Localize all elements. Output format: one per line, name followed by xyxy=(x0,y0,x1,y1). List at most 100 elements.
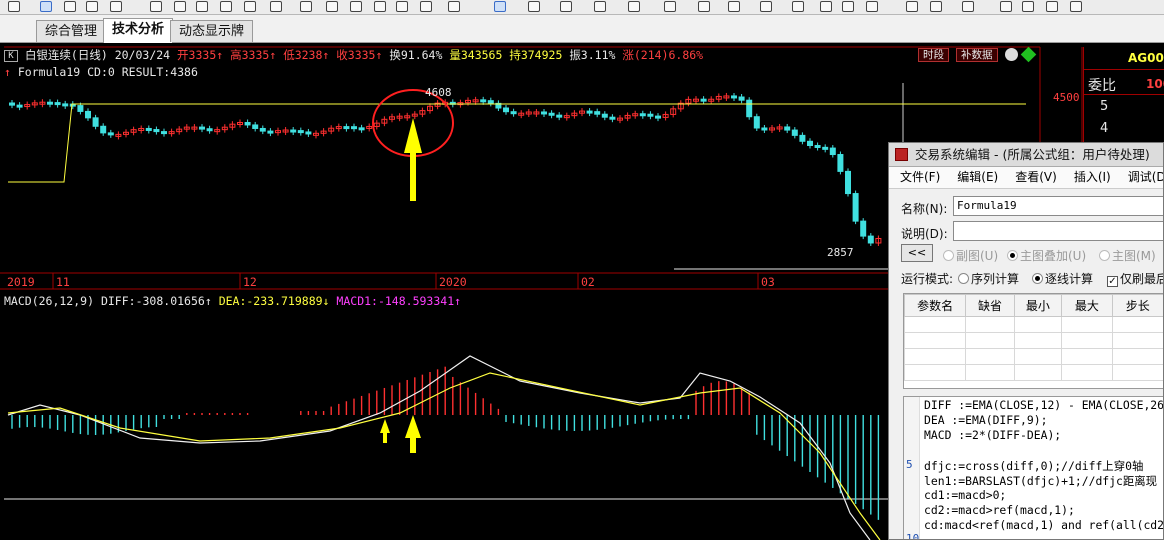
candle-body xyxy=(829,147,836,156)
delete-icon[interactable] xyxy=(866,1,878,12)
attach-main-chart[interactable]: 主图(M) xyxy=(1099,247,1156,264)
annotation-arrow-main xyxy=(404,118,422,201)
candlestick-icon[interactable] xyxy=(150,1,162,12)
candle-body xyxy=(161,131,167,135)
home-icon[interactable] xyxy=(8,1,20,12)
close-position-icon[interactable] xyxy=(1046,1,1058,12)
duplicate-icon[interactable] xyxy=(842,1,854,12)
description-input[interactable] xyxy=(953,221,1163,241)
name-label: 名称(N): xyxy=(901,202,948,216)
contract-code: AG00 xyxy=(1128,51,1164,65)
fibonacci-icon[interactable] xyxy=(594,1,606,12)
macd-label: MACD(26,12,9) xyxy=(4,294,95,308)
menu-debug[interactable]: 调试(D) xyxy=(1117,167,1163,188)
candle-body xyxy=(297,130,304,134)
tab-dynamic-board[interactable]: 动态显示牌 xyxy=(170,20,254,42)
circle-tool-icon[interactable] xyxy=(760,1,772,12)
square-tool-icon[interactable] xyxy=(728,1,740,12)
menu-insert[interactable]: 插入(I) xyxy=(1063,167,1117,188)
candle-body xyxy=(822,146,829,150)
name-input[interactable]: Formula19 xyxy=(953,196,1163,216)
gear-icon[interactable] xyxy=(448,1,460,12)
attach-subchart[interactable]: 副图(U) xyxy=(943,247,998,264)
candle-body xyxy=(609,116,616,120)
diamond-icon[interactable] xyxy=(174,1,186,12)
run-mode-sequence[interactable]: 序列计算 xyxy=(958,270,1019,287)
pen-icon[interactable] xyxy=(40,1,52,12)
arrow-tool-icon[interactable] xyxy=(664,1,676,12)
font-color-icon[interactable] xyxy=(930,1,942,12)
date-2019: 2019 xyxy=(7,275,35,289)
run-mode-label: 运行模式: xyxy=(901,272,954,286)
date-2020: 2020 xyxy=(439,275,467,289)
triangle-tool-icon[interactable] xyxy=(792,1,804,12)
high-price: 高3335 xyxy=(230,48,270,62)
menu-edit[interactable]: 编辑(E) xyxy=(946,167,1004,188)
candle-body xyxy=(107,132,114,136)
copy-icon[interactable] xyxy=(326,1,338,12)
print-icon[interactable] xyxy=(86,1,98,12)
parameter-table[interactable]: 参数名 缺省 最小 最大 步长 xyxy=(903,293,1163,389)
supplement-data-button[interactable]: 补数据 xyxy=(956,48,998,62)
menu-file[interactable]: 文件(F) xyxy=(889,167,946,188)
candle-body xyxy=(799,134,806,142)
bar-chart-icon[interactable] xyxy=(220,1,232,12)
tab-menu-icon[interactable] xyxy=(6,21,24,39)
turnover-rate: 换91.64% xyxy=(389,48,443,62)
tab-technical-analysis[interactable]: 技术分析 xyxy=(103,18,174,43)
low-price: 低3238 xyxy=(283,48,323,62)
attach-main-overlay[interactable]: 主图叠加(U) xyxy=(1007,247,1086,264)
code-line: cd:macd<ref(macd,1) and ref(all(cd2 xyxy=(924,518,1164,532)
quote-row-2: 4 xyxy=(1100,121,1109,136)
candle-body xyxy=(358,127,365,131)
quote-panel: AG00 委比 100 5 4 xyxy=(1083,47,1164,142)
lock-icon[interactable] xyxy=(820,1,832,12)
layout-icon[interactable] xyxy=(962,1,974,12)
order-ratio-label: 委比 xyxy=(1088,78,1116,94)
candle-body xyxy=(791,129,798,136)
settings-icon[interactable] xyxy=(1005,48,1018,61)
download-icon[interactable] xyxy=(374,1,386,12)
save-icon[interactable] xyxy=(906,1,918,12)
trading-system-editor[interactable]: 交易系统编辑 - (所属公式组：用户待处理) 文件(F) 编辑(E) 查看(V) 插入… xyxy=(888,142,1164,540)
tab-comprehensive[interactable]: 综合管理 xyxy=(36,20,107,42)
candle-body xyxy=(62,103,69,107)
open-interest: 持374925 xyxy=(509,48,563,62)
candle-body xyxy=(586,110,593,114)
editor-titlebar[interactable]: 交易系统编辑 - (所属公式组：用户待处理) xyxy=(889,143,1163,167)
chart-icon[interactable] xyxy=(196,1,208,12)
settings-icon[interactable] xyxy=(244,1,256,12)
export-icon[interactable] xyxy=(64,1,76,12)
candle-body xyxy=(153,129,160,133)
timeframe-button[interactable]: 时段 xyxy=(918,48,949,62)
clipboard-icon[interactable] xyxy=(300,1,312,12)
refresh-last-only-checkbox[interactable]: ✓ 仅刷最后 xyxy=(1107,270,1163,287)
line-tool-icon[interactable] xyxy=(528,1,540,12)
diff-line xyxy=(7,355,871,540)
cursor-icon[interactable] xyxy=(494,1,506,12)
param-header-max: 最大 xyxy=(1061,294,1113,317)
grid-icon[interactable] xyxy=(110,1,122,12)
reverse-icon[interactable] xyxy=(1070,1,1082,12)
candle-body xyxy=(9,102,15,106)
candle-body xyxy=(753,116,760,129)
zoom-out-icon[interactable] xyxy=(420,1,432,12)
code-line: DIFF :=EMA(CLOSE,12) - EMA(CLOSE,26 xyxy=(924,398,1164,412)
sell-icon[interactable] xyxy=(1022,1,1034,12)
candle-body xyxy=(852,193,859,222)
price-change: 涨(214)6.86% xyxy=(622,48,704,62)
buy-icon[interactable] xyxy=(1000,1,1012,12)
zoom-in-icon[interactable] xyxy=(396,1,408,12)
percent-tool-icon[interactable] xyxy=(560,1,572,12)
flag-icon[interactable] xyxy=(350,1,362,12)
k-toggle-icon[interactable]: K xyxy=(4,50,18,62)
text-tool-icon[interactable] xyxy=(628,1,640,12)
formula-code-editor[interactable]: 5 10 DIFF :=EMA(CLOSE,12) - EMA(CLOSE,26… xyxy=(903,396,1164,539)
candle-body xyxy=(837,154,844,172)
dollar-icon[interactable] xyxy=(270,1,282,12)
menu-view[interactable]: 查看(V) xyxy=(1004,167,1063,188)
collapse-button[interactable]: << xyxy=(901,244,933,262)
line-number: 5 xyxy=(906,458,913,471)
run-mode-per-bar[interactable]: 逐线计算 xyxy=(1032,270,1093,287)
rectangle-tool-icon[interactable] xyxy=(698,1,710,12)
